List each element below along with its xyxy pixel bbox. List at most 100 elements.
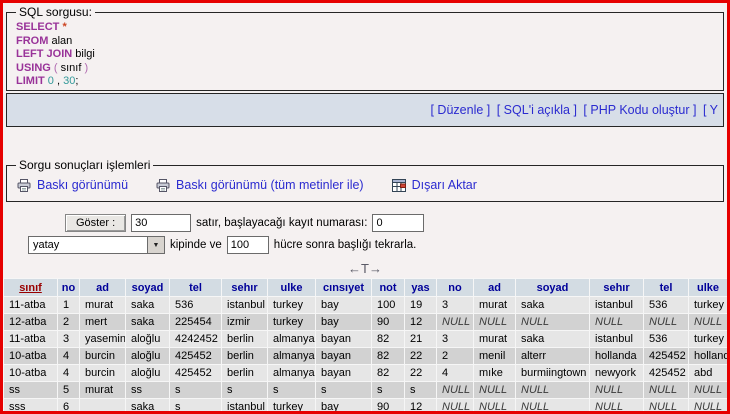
table-cell: bay xyxy=(316,297,372,314)
table-cell: burmiingtown xyxy=(516,365,590,382)
column-sort-link[interactable]: no xyxy=(62,282,75,294)
table-cell: 11-atba xyxy=(4,331,58,348)
table-cell: almanya xyxy=(268,331,316,348)
display-mode-label: kipinde ve xyxy=(170,239,222,251)
column-sort-link[interactable]: sehır xyxy=(231,282,257,294)
table-row: 12-atba2mertsaka225454izmirturkeybay9012… xyxy=(4,314,728,331)
column-sort-link[interactable]: tel xyxy=(660,282,673,294)
table-cell: saka xyxy=(126,399,170,414)
query-action-link[interactable]: [ PHP Kodu oluştur ] xyxy=(583,103,696,117)
sql-token-num: 30 xyxy=(63,75,75,87)
sql-token-kw: USING xyxy=(16,62,51,74)
table-row: sss6sakasistanbulturkeybay9012NULLNULLNU… xyxy=(4,399,728,414)
column-sort-link[interactable]: sınıf xyxy=(19,282,42,294)
display-mode-select[interactable]: yatay ▼ xyxy=(28,236,165,254)
table-orientation-toggle[interactable]: ←T→ xyxy=(3,261,727,276)
column-sort-link[interactable]: cınsıyet xyxy=(323,282,364,294)
table-cell: s xyxy=(372,382,405,399)
table-cell: 3 xyxy=(437,297,474,314)
sql-panel-legend: SQL sorgusu: xyxy=(16,5,95,19)
table-cell: saka xyxy=(126,297,170,314)
table-cell: 225454 xyxy=(170,314,222,331)
operation-link[interactable]: Dışarı Aktar xyxy=(392,178,477,192)
column-sort-link[interactable]: no xyxy=(448,282,461,294)
table-cell: 1 xyxy=(58,297,80,314)
table-cell: 90 xyxy=(372,399,405,414)
table-cell: istanbul xyxy=(590,331,644,348)
table-cell: s xyxy=(170,399,222,414)
query-action-link[interactable]: [ Y xyxy=(703,103,718,117)
results-table-header: sınıf no ad soyad tel sehır ulke cınsıyet not yas… xyxy=(4,279,728,297)
table-cell: berlin xyxy=(222,348,268,365)
table-cell: s xyxy=(170,382,222,399)
column-sort-link[interactable]: sehır xyxy=(603,282,629,294)
table-cell: turkey xyxy=(689,331,728,348)
table-cell: 12-atba xyxy=(4,314,58,331)
column-header: sınıf xyxy=(4,279,58,297)
table-cell: NULL xyxy=(644,399,689,414)
column-sort-link[interactable]: ulke xyxy=(697,282,719,294)
start-record-input[interactable] xyxy=(372,214,424,232)
table-cell: mıke xyxy=(474,365,516,382)
column-sort-link[interactable]: not xyxy=(379,282,396,294)
table-cell: 5 xyxy=(58,382,80,399)
row-count-input[interactable] xyxy=(131,214,191,232)
table-cell: NULL xyxy=(474,314,516,331)
sql-token-kw: FROM xyxy=(16,35,48,47)
table-cell: 82 xyxy=(372,348,405,365)
table-cell: aloğlu xyxy=(126,365,170,382)
table-cell: 2 xyxy=(58,314,80,331)
sql-token-plain: bilgi xyxy=(72,48,95,60)
table-cell: 19 xyxy=(405,297,437,314)
table-cell: NULL xyxy=(689,314,728,331)
operation-link[interactable]: Baskı görünümü xyxy=(17,178,128,192)
results-table-body: 11-atba1muratsaka536istanbulturkeybay100… xyxy=(4,297,728,414)
table-cell: bay xyxy=(316,399,372,414)
table-cell: 4 xyxy=(58,348,80,365)
column-sort-link[interactable]: soyad xyxy=(132,282,164,294)
table-cell: saka xyxy=(516,331,590,348)
table-cell: 12 xyxy=(405,314,437,331)
table-cell: 90 xyxy=(372,314,405,331)
column-sort-link[interactable]: yas xyxy=(411,282,429,294)
table-cell: NULL xyxy=(590,382,644,399)
column-sort-link[interactable]: soyad xyxy=(537,282,569,294)
table-cell: 425452 xyxy=(170,348,222,365)
column-sort-link[interactable]: ad xyxy=(488,282,501,294)
sql-token-plain: ; xyxy=(75,75,78,87)
table-cell: 425452 xyxy=(170,365,222,382)
row-count-label: satır, başlayacağı kayıt numarası: xyxy=(196,217,367,229)
table-cell: NULL xyxy=(516,314,590,331)
table-cell: bayan xyxy=(316,365,372,382)
table-cell: s xyxy=(405,382,437,399)
table-cell: bayan xyxy=(316,331,372,348)
column-sort-link[interactable]: tel xyxy=(189,282,202,294)
display-mode-form: yatay ▼ kipinde ve hücre sonra başlığı t… xyxy=(28,236,727,254)
header-row: sınıf no ad soyad tel sehır ulke cınsıyet not yas… xyxy=(4,279,728,297)
column-sort-link[interactable]: ad xyxy=(96,282,109,294)
repeat-headers-input[interactable] xyxy=(227,236,269,254)
table-cell: aloğlu xyxy=(126,348,170,365)
sql-query-text: SELECT *FROM alanLEFT JOIN bilgiUSING ( … xyxy=(13,19,717,89)
table-cell: NULL xyxy=(590,314,644,331)
column-header: ulke xyxy=(268,279,316,297)
table-row: 11-atba1muratsaka536istanbulturkeybay100… xyxy=(4,297,728,314)
table-cell: NULL xyxy=(437,314,474,331)
table-cell: 10-atba xyxy=(4,365,58,382)
column-header: soyad xyxy=(516,279,590,297)
table-cell: newyork xyxy=(590,365,644,382)
operation-link[interactable]: Baskı görünümü (tüm metinler ile) xyxy=(156,178,364,192)
query-action-link[interactable]: [ SQL'i açıkla ] xyxy=(497,103,577,117)
table-cell: ss xyxy=(126,382,170,399)
sql-token-star: * xyxy=(62,21,66,33)
table-cell: NULL xyxy=(644,314,689,331)
table-cell: bay xyxy=(316,314,372,331)
print-icon xyxy=(17,179,31,192)
query-action-link[interactable]: [ Düzenle ] xyxy=(430,103,490,117)
export-icon xyxy=(392,179,406,192)
column-sort-link[interactable]: ulke xyxy=(280,282,302,294)
table-cell: 425452 xyxy=(644,348,689,365)
table-cell: sss xyxy=(4,399,58,414)
show-button[interactable]: Göster : xyxy=(65,214,126,232)
table-cell: NULL xyxy=(474,399,516,414)
